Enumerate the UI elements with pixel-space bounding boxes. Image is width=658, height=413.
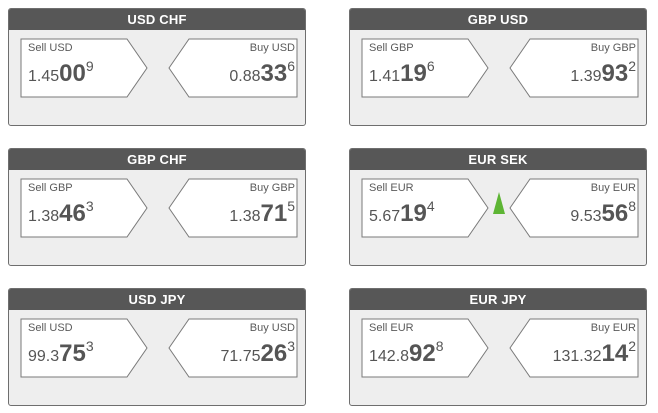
sell-label: Sell USD xyxy=(28,42,73,54)
buy-price-prefix: 9.53 xyxy=(570,208,602,225)
sell-price-prefix: 1.38 xyxy=(28,208,60,225)
sell-price-fraction: 8 xyxy=(435,338,444,354)
sell-price-pips: 92 xyxy=(409,340,436,367)
sell-price-pips: 00 xyxy=(59,60,86,87)
buy-price-fraction: 3 xyxy=(287,338,295,354)
sell-price: 5.67194 xyxy=(369,199,435,226)
sell-label: Sell USD xyxy=(28,322,73,334)
sell-price: 1.38463 xyxy=(28,199,94,226)
buy-price-prefix: 1.38 xyxy=(229,208,261,225)
buy-label: Buy EUR xyxy=(590,182,636,194)
buy-price: 1.38715 xyxy=(229,199,295,226)
tile-eur-jpy: EUR JPY Sell EUR 142.8928 Buy EUR 131.32142 xyxy=(349,288,647,406)
currency-pair-title: GBP USD xyxy=(350,9,646,30)
buy-price-fraction: 6 xyxy=(287,58,295,74)
buy-price-fraction: 2 xyxy=(628,58,636,74)
buy-price-pips: 14 xyxy=(601,340,629,367)
buy-label: Buy GBP xyxy=(249,182,295,194)
sell-price-pips: 46 xyxy=(59,200,86,227)
buy-price: 131.32142 xyxy=(553,339,636,366)
buy-label: Buy USD xyxy=(249,322,295,334)
sell-price-prefix: 1.41 xyxy=(369,68,401,85)
currency-pair-title: EUR SEK xyxy=(350,149,646,170)
tile-gbp-chf: GBP CHF Sell GBP 1.38463 Buy GBP 1.38715 xyxy=(8,148,306,266)
buy-price-prefix: 0.88 xyxy=(229,68,261,85)
price-tiles-grid: USD CHF Sell USD 1.45009 Buy USD 0.88336 GBP… xyxy=(0,0,658,413)
sell-price: 99.3753 xyxy=(28,339,94,366)
sell-label: Sell EUR xyxy=(369,182,414,194)
buy-price-fraction: 8 xyxy=(628,198,636,214)
buy-label: Buy EUR xyxy=(590,322,636,334)
sell-label: Sell EUR xyxy=(369,322,414,334)
buy-price: 1.39932 xyxy=(570,59,636,86)
buy-price-prefix: 1.39 xyxy=(570,68,602,85)
up-arrow-icon xyxy=(493,192,505,214)
currency-pair-title: USD CHF xyxy=(9,9,305,30)
buy-price-pips: 93 xyxy=(601,60,629,87)
sell-price: 1.41196 xyxy=(369,59,435,86)
sell-price-fraction: 6 xyxy=(426,58,435,74)
tile-gbp-usd: GBP USD Sell GBP 1.41196 Buy GBP 1.39932 xyxy=(349,8,647,126)
sell-price-prefix: 1.45 xyxy=(28,68,60,85)
sell-price-fraction: 3 xyxy=(85,338,94,354)
buy-price-pips: 26 xyxy=(260,340,288,367)
sell-price-pips: 19 xyxy=(400,60,427,87)
buy-price-pips: 33 xyxy=(260,60,288,87)
buy-price-pips: 56 xyxy=(601,200,629,227)
currency-pair-title: GBP CHF xyxy=(9,149,305,170)
buy-price-fraction: 2 xyxy=(628,338,636,354)
buy-price-prefix: 131.32 xyxy=(552,348,602,365)
tile-usd-jpy: USD JPY Sell USD 99.3753 Buy USD 71.75263 xyxy=(8,288,306,406)
sell-price-fraction: 9 xyxy=(85,58,94,74)
sell-label: Sell GBP xyxy=(369,42,414,54)
currency-pair-title: EUR JPY xyxy=(350,289,646,310)
currency-pair-title: USD JPY xyxy=(9,289,305,310)
sell-price-fraction: 4 xyxy=(426,198,435,214)
sell-price-prefix: 5.67 xyxy=(369,208,401,225)
buy-price-prefix: 71.75 xyxy=(220,348,261,365)
sell-price-fraction: 3 xyxy=(85,198,94,214)
sell-price: 1.45009 xyxy=(28,59,94,86)
sell-label: Sell GBP xyxy=(28,182,73,194)
sell-price-pips: 75 xyxy=(59,340,86,367)
tile-usd-chf: USD CHF Sell USD 1.45009 Buy USD 0.88336 xyxy=(8,8,306,126)
sell-price-pips: 19 xyxy=(400,200,427,227)
buy-price: 0.88336 xyxy=(229,59,295,86)
tile-eur-sek: EUR SEK Sell EUR 5.67194 Buy EUR 9.53568 xyxy=(349,148,647,266)
buy-price: 71.75263 xyxy=(220,339,295,366)
buy-label: Buy GBP xyxy=(590,42,636,54)
buy-price-pips: 71 xyxy=(260,200,288,227)
buy-label: Buy USD xyxy=(249,42,295,54)
sell-price-prefix: 142.8 xyxy=(369,348,410,365)
sell-price-prefix: 99.3 xyxy=(28,348,60,365)
sell-price: 142.8928 xyxy=(369,339,444,366)
buy-price-fraction: 5 xyxy=(287,198,295,214)
buy-price: 9.53568 xyxy=(570,199,636,226)
